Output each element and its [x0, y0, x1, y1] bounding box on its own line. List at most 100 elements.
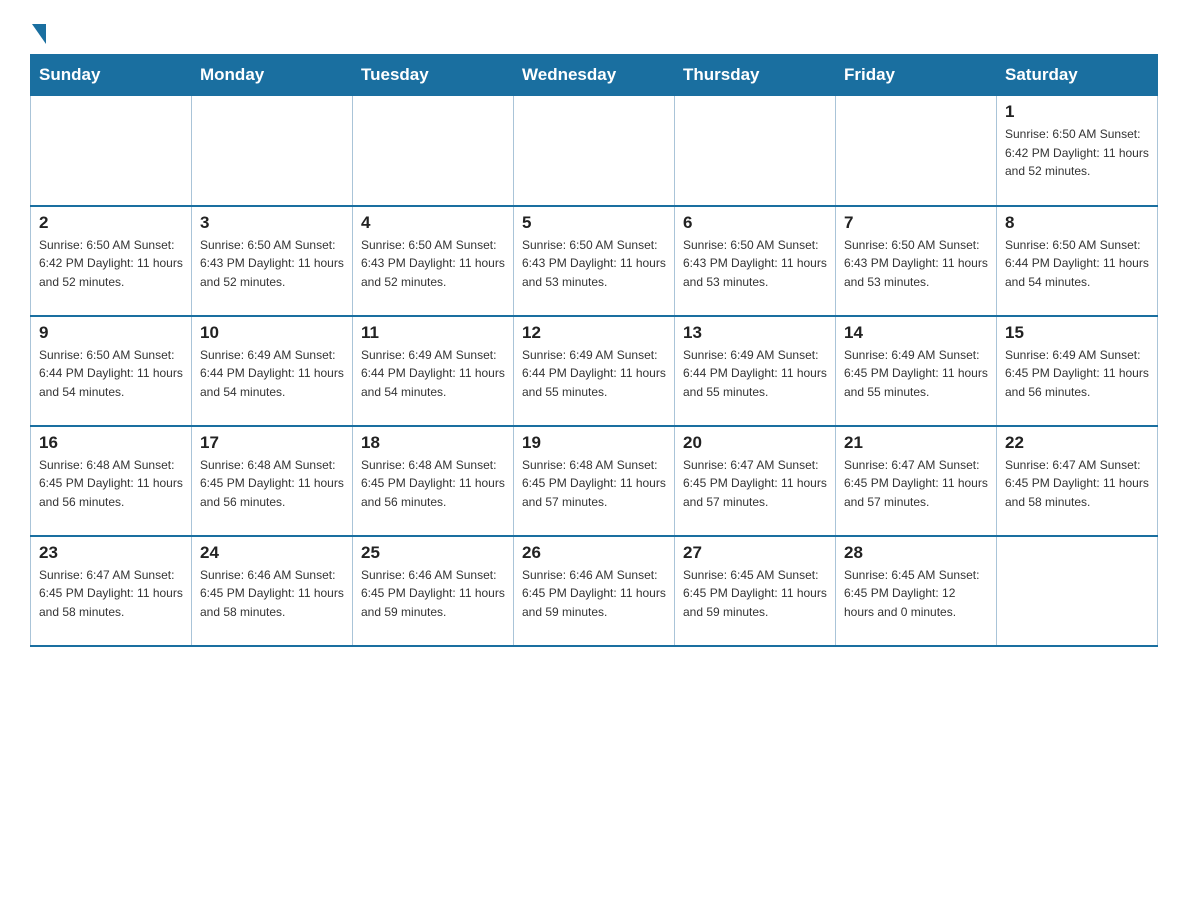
- calendar-cell: 5 Sunrise: 6:50 AM Sunset: 6:43 PM Daylig…: [514, 206, 675, 316]
- day-number: 3: [200, 213, 344, 233]
- calendar-cell: [675, 96, 836, 206]
- day-info: Sunrise: 6:50 AM Sunset: 6:43 PM Dayligh…: [522, 236, 666, 292]
- day-info: Sunrise: 6:46 AM Sunset: 6:45 PM Dayligh…: [361, 566, 505, 622]
- calendar-cell: 19 Sunrise: 6:48 AM Sunset: 6:45 PM Dayli…: [514, 426, 675, 536]
- weekday-header-thursday: Thursday: [675, 55, 836, 96]
- calendar-cell: 26 Sunrise: 6:46 AM Sunset: 6:45 PM Dayli…: [514, 536, 675, 646]
- calendar-cell: 17 Sunrise: 6:48 AM Sunset: 6:45 PM Dayli…: [192, 426, 353, 536]
- calendar-cell: 21 Sunrise: 6:47 AM Sunset: 6:45 PM Dayli…: [836, 426, 997, 536]
- day-info: Sunrise: 6:49 AM Sunset: 6:44 PM Dayligh…: [683, 346, 827, 402]
- day-info: Sunrise: 6:50 AM Sunset: 6:44 PM Dayligh…: [39, 346, 183, 402]
- day-number: 24: [200, 543, 344, 563]
- day-number: 10: [200, 323, 344, 343]
- day-info: Sunrise: 6:49 AM Sunset: 6:45 PM Dayligh…: [1005, 346, 1149, 402]
- day-number: 11: [361, 323, 505, 343]
- day-number: 5: [522, 213, 666, 233]
- calendar-cell: 14 Sunrise: 6:49 AM Sunset: 6:45 PM Dayli…: [836, 316, 997, 426]
- day-info: Sunrise: 6:50 AM Sunset: 6:43 PM Dayligh…: [683, 236, 827, 292]
- calendar-cell: 13 Sunrise: 6:49 AM Sunset: 6:44 PM Dayli…: [675, 316, 836, 426]
- day-number: 16: [39, 433, 183, 453]
- calendar-cell: 1 Sunrise: 6:50 AM Sunset: 6:42 PM Daylig…: [997, 96, 1158, 206]
- day-number: 8: [1005, 213, 1149, 233]
- day-info: Sunrise: 6:50 AM Sunset: 6:42 PM Dayligh…: [39, 236, 183, 292]
- day-number: 7: [844, 213, 988, 233]
- calendar-table: SundayMondayTuesdayWednesdayThursdayFrid…: [30, 54, 1158, 647]
- day-number: 17: [200, 433, 344, 453]
- day-info: Sunrise: 6:48 AM Sunset: 6:45 PM Dayligh…: [39, 456, 183, 512]
- day-number: 13: [683, 323, 827, 343]
- day-number: 14: [844, 323, 988, 343]
- day-number: 2: [39, 213, 183, 233]
- day-info: Sunrise: 6:47 AM Sunset: 6:45 PM Dayligh…: [683, 456, 827, 512]
- day-info: Sunrise: 6:49 AM Sunset: 6:44 PM Dayligh…: [361, 346, 505, 402]
- calendar-cell: 7 Sunrise: 6:50 AM Sunset: 6:43 PM Daylig…: [836, 206, 997, 316]
- calendar-cell: [836, 96, 997, 206]
- calendar-week-row: 1 Sunrise: 6:50 AM Sunset: 6:42 PM Daylig…: [31, 96, 1158, 206]
- calendar-cell: 28Sunrise: 6:45 AM Sunset: 6:45 PM Dayli…: [836, 536, 997, 646]
- calendar-cell: 18Sunrise: 6:48 AM Sunset: 6:45 PM Dayli…: [353, 426, 514, 536]
- day-info: Sunrise: 6:48 AM Sunset: 6:45 PM Dayligh…: [200, 456, 344, 512]
- calendar-cell: 4 Sunrise: 6:50 AM Sunset: 6:43 PM Daylig…: [353, 206, 514, 316]
- day-info: Sunrise: 6:45 AM Sunset: 6:45 PM Dayligh…: [683, 566, 827, 622]
- calendar-cell: 25 Sunrise: 6:46 AM Sunset: 6:45 PM Dayli…: [353, 536, 514, 646]
- day-number: 27: [683, 543, 827, 563]
- calendar-cell: 15 Sunrise: 6:49 AM Sunset: 6:45 PM Dayli…: [997, 316, 1158, 426]
- day-number: 9: [39, 323, 183, 343]
- day-number: 20: [683, 433, 827, 453]
- weekday-header-saturday: Saturday: [997, 55, 1158, 96]
- calendar-cell: 23Sunrise: 6:47 AM Sunset: 6:45 PM Dayli…: [31, 536, 192, 646]
- day-info: Sunrise: 6:47 AM Sunset: 6:45 PM Dayligh…: [1005, 456, 1149, 512]
- day-info: Sunrise: 6:46 AM Sunset: 6:45 PM Dayligh…: [522, 566, 666, 622]
- calendar-cell: [514, 96, 675, 206]
- day-info: Sunrise: 6:48 AM Sunset: 6:45 PM Dayligh…: [522, 456, 666, 512]
- day-number: 15: [1005, 323, 1149, 343]
- page-header: [30, 20, 1158, 44]
- calendar-week-row: 16 Sunrise: 6:48 AM Sunset: 6:45 PM Dayli…: [31, 426, 1158, 536]
- logo: [30, 20, 46, 44]
- calendar-cell: 3 Sunrise: 6:50 AM Sunset: 6:43 PM Daylig…: [192, 206, 353, 316]
- day-info: Sunrise: 6:47 AM Sunset: 6:45 PM Dayligh…: [844, 456, 988, 512]
- calendar-cell: 10 Sunrise: 6:49 AM Sunset: 6:44 PM Dayli…: [192, 316, 353, 426]
- day-number: 22: [1005, 433, 1149, 453]
- calendar-cell: 12Sunrise: 6:49 AM Sunset: 6:44 PM Dayli…: [514, 316, 675, 426]
- day-number: 18: [361, 433, 505, 453]
- calendar-cell: 20 Sunrise: 6:47 AM Sunset: 6:45 PM Dayli…: [675, 426, 836, 536]
- calendar-cell: 27 Sunrise: 6:45 AM Sunset: 6:45 PM Dayli…: [675, 536, 836, 646]
- calendar-cell: 8 Sunrise: 6:50 AM Sunset: 6:44 PM Daylig…: [997, 206, 1158, 316]
- calendar-cell: [353, 96, 514, 206]
- day-number: 6: [683, 213, 827, 233]
- day-number: 28: [844, 543, 988, 563]
- day-info: Sunrise: 6:49 AM Sunset: 6:44 PM Dayligh…: [200, 346, 344, 402]
- weekday-header-tuesday: Tuesday: [353, 55, 514, 96]
- day-info: Sunrise: 6:49 AM Sunset: 6:44 PM Dayligh…: [522, 346, 666, 402]
- calendar-cell: 24 Sunrise: 6:46 AM Sunset: 6:45 PM Dayli…: [192, 536, 353, 646]
- day-number: 4: [361, 213, 505, 233]
- day-number: 26: [522, 543, 666, 563]
- calendar-week-row: 9 Sunrise: 6:50 AM Sunset: 6:44 PM Daylig…: [31, 316, 1158, 426]
- day-info: Sunrise: 6:50 AM Sunset: 6:44 PM Dayligh…: [1005, 236, 1149, 292]
- calendar-cell: [997, 536, 1158, 646]
- day-number: 21: [844, 433, 988, 453]
- day-info: Sunrise: 6:50 AM Sunset: 6:43 PM Dayligh…: [361, 236, 505, 292]
- day-number: 23: [39, 543, 183, 563]
- weekday-header-sunday: Sunday: [31, 55, 192, 96]
- day-number: 1: [1005, 102, 1149, 122]
- weekday-header-wednesday: Wednesday: [514, 55, 675, 96]
- calendar-cell: 11 Sunrise: 6:49 AM Sunset: 6:44 PM Dayli…: [353, 316, 514, 426]
- calendar-cell: 6 Sunrise: 6:50 AM Sunset: 6:43 PM Daylig…: [675, 206, 836, 316]
- calendar-cell: [31, 96, 192, 206]
- day-number: 19: [522, 433, 666, 453]
- day-number: 25: [361, 543, 505, 563]
- day-info: Sunrise: 6:50 AM Sunset: 6:42 PM Dayligh…: [1005, 125, 1149, 181]
- day-info: Sunrise: 6:46 AM Sunset: 6:45 PM Dayligh…: [200, 566, 344, 622]
- weekday-header-row: SundayMondayTuesdayWednesdayThursdayFrid…: [31, 55, 1158, 96]
- day-info: Sunrise: 6:50 AM Sunset: 6:43 PM Dayligh…: [844, 236, 988, 292]
- calendar-week-row: 2 Sunrise: 6:50 AM Sunset: 6:42 PM Daylig…: [31, 206, 1158, 316]
- calendar-cell: [192, 96, 353, 206]
- logo-arrow-icon: [32, 24, 46, 44]
- day-info: Sunrise: 6:50 AM Sunset: 6:43 PM Dayligh…: [200, 236, 344, 292]
- weekday-header-monday: Monday: [192, 55, 353, 96]
- day-info: Sunrise: 6:49 AM Sunset: 6:45 PM Dayligh…: [844, 346, 988, 402]
- calendar-week-row: 23Sunrise: 6:47 AM Sunset: 6:45 PM Dayli…: [31, 536, 1158, 646]
- calendar-cell: 22 Sunrise: 6:47 AM Sunset: 6:45 PM Dayli…: [997, 426, 1158, 536]
